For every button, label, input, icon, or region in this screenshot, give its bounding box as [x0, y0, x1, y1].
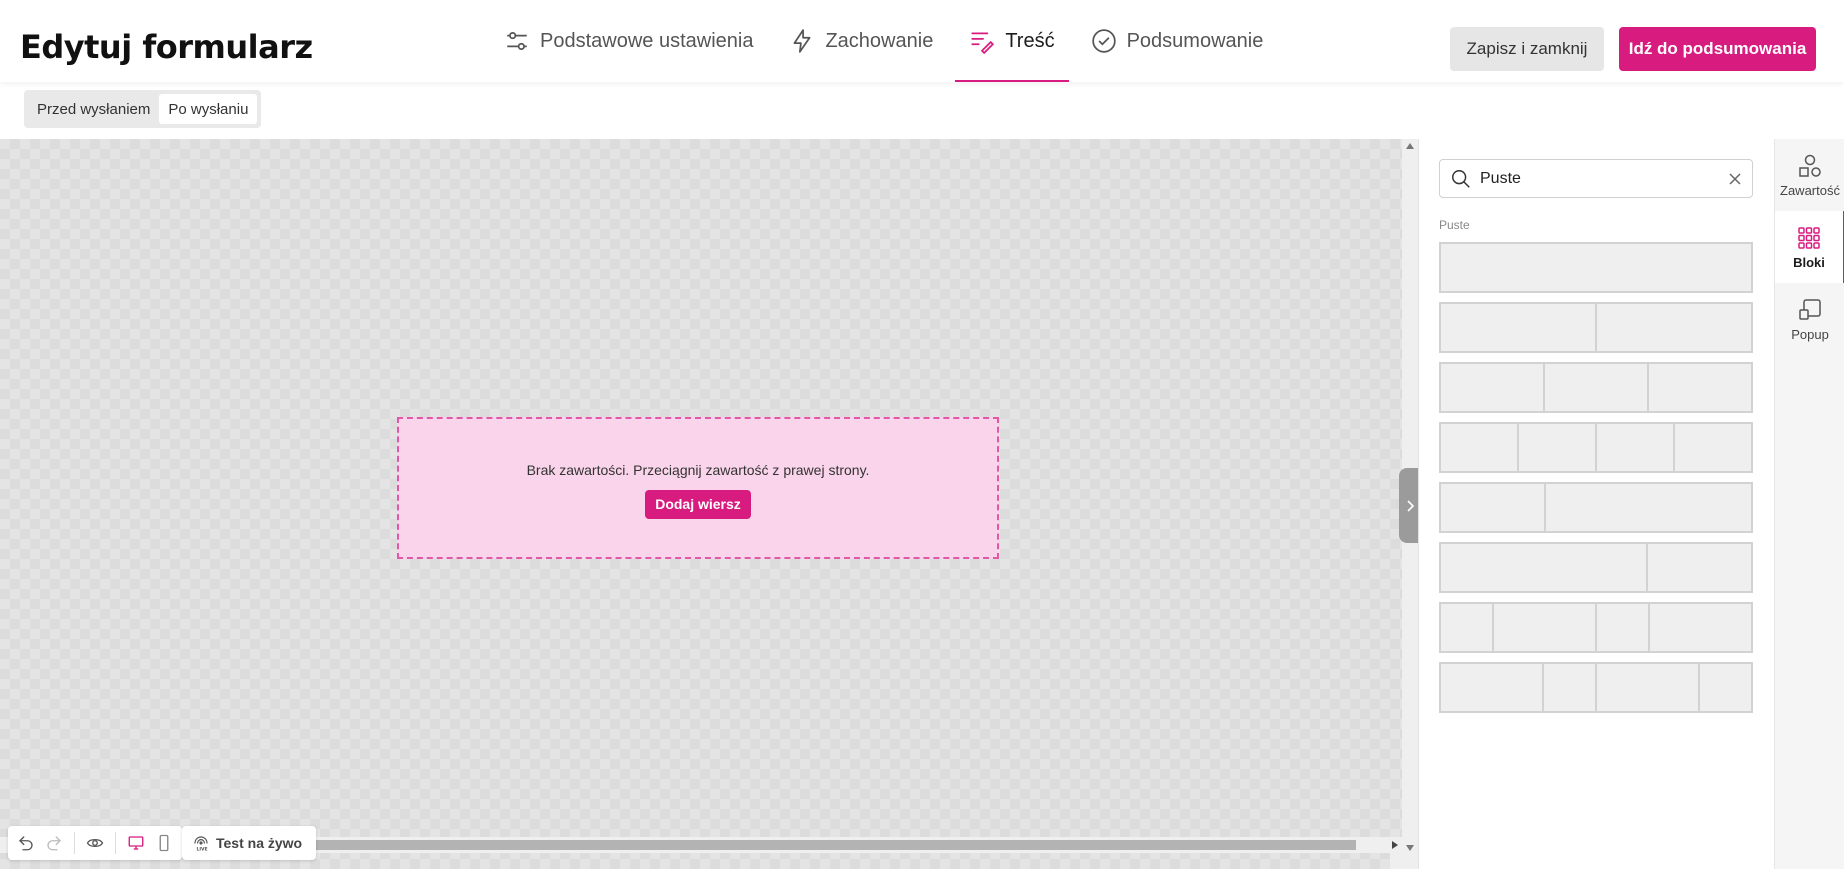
grid-icon — [1798, 226, 1820, 249]
scroll-corner — [1390, 853, 1418, 869]
block-column — [1519, 424, 1597, 471]
redo-icon — [47, 836, 61, 851]
mobile-view-button[interactable] — [150, 829, 178, 857]
close-icon[interactable] — [1728, 172, 1742, 186]
block-column — [1544, 664, 1597, 711]
block-column — [1675, 424, 1751, 471]
tab-label: Zachowanie — [825, 29, 934, 52]
section-label: Puste — [1439, 218, 1470, 232]
block-column — [1441, 364, 1545, 411]
desktop-view-button[interactable] — [122, 829, 150, 857]
blocks-panel: Puste — [1418, 139, 1774, 869]
block-column — [1441, 664, 1545, 711]
block-layout[interactable] — [1439, 602, 1753, 653]
block-column — [1597, 304, 1751, 351]
tab-label: Treść — [1005, 29, 1055, 52]
tab-label: Podstawowe ustawienia — [540, 29, 754, 52]
scroll-up-icon[interactable] — [1406, 143, 1414, 149]
undo-icon — [19, 836, 33, 851]
svg-text:LIVE: LIVE — [197, 847, 208, 853]
block-column — [1597, 664, 1701, 711]
save-close-button[interactable]: Zapisz i zamknij — [1450, 27, 1604, 71]
block-column — [1546, 484, 1751, 531]
side-tab-blocks[interactable]: Bloki — [1775, 211, 1844, 283]
block-layout[interactable] — [1439, 362, 1753, 413]
block-layout[interactable] — [1439, 542, 1753, 593]
go-to-summary-button[interactable]: Idź do podsumowania — [1619, 27, 1816, 71]
live-signal-icon: LIVE — [194, 836, 208, 853]
block-column — [1494, 604, 1597, 651]
page-title: Edytuj formularz — [20, 28, 313, 66]
block-column — [1441, 604, 1494, 651]
search-icon — [1452, 169, 1470, 188]
side-tab-label: Bloki — [1793, 254, 1825, 270]
submit-state-toggle: Przed wysłaniem Po wysłaniu — [24, 90, 262, 128]
empty-dropzone[interactable]: Brak zawartości. Przeciągnij zawartość z… — [397, 417, 999, 559]
side-tab-label: Zawartość — [1780, 182, 1840, 198]
block-column — [1648, 544, 1751, 591]
sliders-icon — [507, 32, 527, 50]
panel-collapse-handle[interactable] — [1399, 468, 1420, 543]
content-edit-icon — [971, 32, 995, 54]
tab-summary[interactable]: Podsumowanie — [1077, 0, 1278, 82]
scroll-right-icon[interactable] — [1392, 841, 1398, 849]
main-nav: Podstawowe ustawienia Zachowanie Treść P… — [490, 0, 1285, 82]
tool-divider — [74, 832, 75, 854]
block-search — [1439, 159, 1753, 198]
editor-canvas[interactable]: Brak zawartości. Przeciągnij zawartość z… — [0, 139, 1402, 869]
tab-label: Podsumowanie — [1126, 29, 1264, 52]
block-layout[interactable] — [1439, 422, 1753, 473]
scroll-down-icon[interactable] — [1406, 845, 1414, 851]
preview-button[interactable] — [81, 829, 109, 857]
block-layout[interactable] — [1439, 242, 1753, 293]
mobile-icon — [159, 834, 169, 852]
test-live-button[interactable]: LIVE Test na żywo — [182, 826, 317, 860]
block-column — [1441, 244, 1751, 291]
tab-content[interactable]: Treść — [955, 0, 1069, 82]
lightning-icon — [794, 29, 811, 53]
block-column — [1597, 424, 1675, 471]
side-tab-popup[interactable]: Popup — [1775, 283, 1844, 355]
block-column — [1650, 604, 1751, 651]
block-column — [1441, 544, 1649, 591]
block-column — [1597, 604, 1650, 651]
check-circle-icon — [1091, 29, 1116, 53]
scrollbar-thumb[interactable] — [260, 840, 1356, 850]
block-layout[interactable] — [1439, 482, 1753, 533]
canvas-tools — [8, 826, 182, 860]
side-tab-content[interactable]: Zawartość — [1775, 139, 1844, 211]
tab-basic-settings[interactable]: Podstawowe ustawienia — [490, 0, 767, 82]
shapes-icon — [1799, 154, 1821, 177]
block-column — [1441, 484, 1546, 531]
side-tabs: Zawartość Bloki Popup — [1774, 139, 1844, 869]
block-column — [1545, 364, 1649, 411]
popup-icon — [1799, 298, 1821, 320]
add-row-button[interactable]: Dodaj wiersz — [645, 489, 751, 519]
empty-message: Brak zawartości. Przeciągnij zawartość z… — [526, 461, 870, 478]
desktop-icon — [128, 836, 144, 850]
sub-toolbar: Przed wysłaniem Po wysłaniu — [0, 82, 1844, 139]
block-list — [1439, 242, 1753, 722]
preview-eye-icon — [86, 838, 104, 848]
side-tab-label: Popup — [1791, 326, 1829, 342]
top-header: Edytuj formularz Podstawowe ustawienia Z… — [0, 0, 1844, 82]
undo-button[interactable] — [12, 829, 40, 857]
block-column — [1441, 304, 1597, 351]
chevron-right-icon — [1406, 499, 1414, 512]
tab-behavior[interactable]: Zachowanie — [775, 0, 947, 82]
redo-button[interactable] — [40, 829, 68, 857]
search-input[interactable] — [1480, 169, 1728, 188]
block-column — [1441, 424, 1519, 471]
tool-divider — [115, 832, 116, 854]
block-column — [1700, 664, 1751, 711]
block-layout[interactable] — [1439, 662, 1753, 713]
block-column — [1649, 364, 1751, 411]
option-after-submit[interactable]: Po wysłaniu — [159, 94, 258, 124]
test-live-label: Test na żywo — [216, 835, 303, 851]
option-before-submit[interactable]: Przed wysłaniem — [28, 94, 159, 124]
block-layout[interactable] — [1439, 302, 1753, 353]
